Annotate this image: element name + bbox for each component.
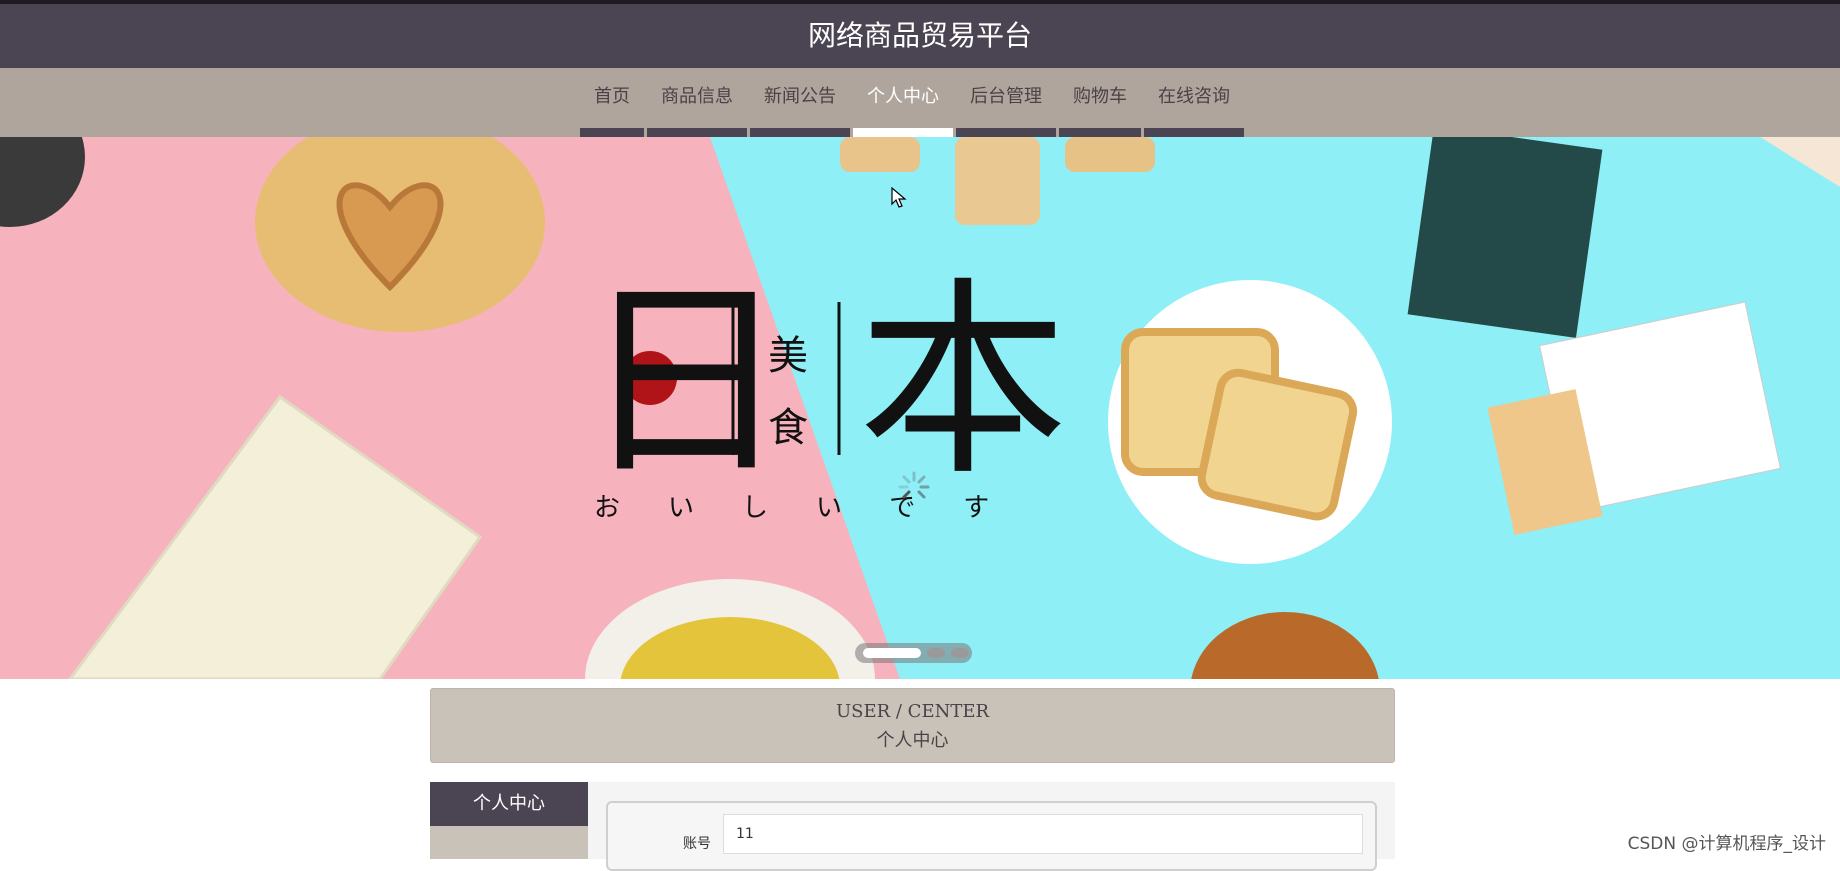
nav-underline — [956, 128, 1056, 137]
carousel-indicator — [855, 643, 972, 663]
nav-underline — [1059, 128, 1141, 137]
site-title: 网络商品贸易平台 — [0, 4, 1840, 68]
main-nav: 首页 商品信息 新闻公告 个人中心 后台管理 购物车 在线咨询 — [0, 68, 1840, 137]
roll-image — [955, 137, 1040, 225]
roll-image — [840, 137, 920, 172]
nav-underline — [1144, 128, 1244, 137]
nav-item-user-center[interactable]: 个人中心 — [853, 68, 953, 137]
cookie-image — [1197, 368, 1358, 521]
nav-item-admin[interactable]: 后台管理 — [956, 68, 1056, 137]
spoon-image — [1191, 612, 1379, 679]
profile-form: 账号 — [606, 801, 1377, 871]
nav-label: 首页 — [594, 86, 630, 107]
roll-image — [1065, 137, 1155, 172]
banner-kanji-right: 本 — [858, 259, 1069, 504]
mouse-cursor-icon — [891, 187, 907, 208]
loading-spinner-icon — [898, 471, 930, 499]
nav-underline — [647, 128, 747, 137]
nav-underline — [580, 128, 644, 137]
nav-underline — [853, 128, 953, 137]
banner-sub-top: 美 — [768, 333, 808, 379]
sidebar-item[interactable] — [430, 826, 588, 859]
user-center-content: 个人中心 账号 — [430, 782, 1395, 871]
carousel-dot[interactable] — [863, 648, 921, 658]
nav-item-consult[interactable]: 在线咨询 — [1144, 68, 1244, 137]
nav-item-products[interactable]: 商品信息 — [647, 68, 747, 137]
banner-kanji-left: 日 — [580, 259, 791, 504]
nav-label: 在线咨询 — [1158, 86, 1230, 107]
banner-kana: おいしいです — [594, 493, 1038, 523]
corner-image — [1760, 137, 1840, 187]
nav-label: 个人中心 — [867, 86, 939, 107]
account-label: 账号 — [683, 836, 711, 852]
carousel-dot[interactable] — [951, 648, 969, 658]
banner-sub-bottom: 食 — [768, 405, 808, 451]
nav-item-cart[interactable]: 购物车 — [1059, 68, 1141, 137]
user-center-title-cn: 个人中心 — [876, 730, 949, 751]
nav-item-news[interactable]: 新闻公告 — [750, 68, 850, 137]
sidebar-menu: 个人中心 — [430, 782, 588, 859]
nav-underline — [750, 128, 850, 137]
user-center-header: USER / CENTER 个人中心 — [430, 688, 1395, 763]
snack-package-image — [1407, 137, 1603, 338]
nav-item-home[interactable]: 首页 — [580, 68, 644, 137]
nav-items: 首页 商品信息 新闻公告 个人中心 后台管理 购物车 在线咨询 — [580, 68, 1247, 137]
user-center-title-en: USER / CENTER — [835, 701, 990, 722]
nav-label: 后台管理 — [970, 86, 1042, 107]
account-input[interactable] — [723, 814, 1363, 854]
sidebar-item-user-center[interactable]: 个人中心 — [430, 782, 588, 826]
nav-label: 新闻公告 — [764, 86, 836, 107]
carousel-dot[interactable] — [927, 648, 945, 658]
nav-label: 购物车 — [1073, 86, 1127, 107]
banner-carousel[interactable]: 日 本 美 食 おいしいです — [0, 137, 1840, 679]
nav-label: 商品信息 — [661, 86, 733, 107]
watermark-text: CSDN @计算机程序_设计 — [1627, 834, 1826, 854]
